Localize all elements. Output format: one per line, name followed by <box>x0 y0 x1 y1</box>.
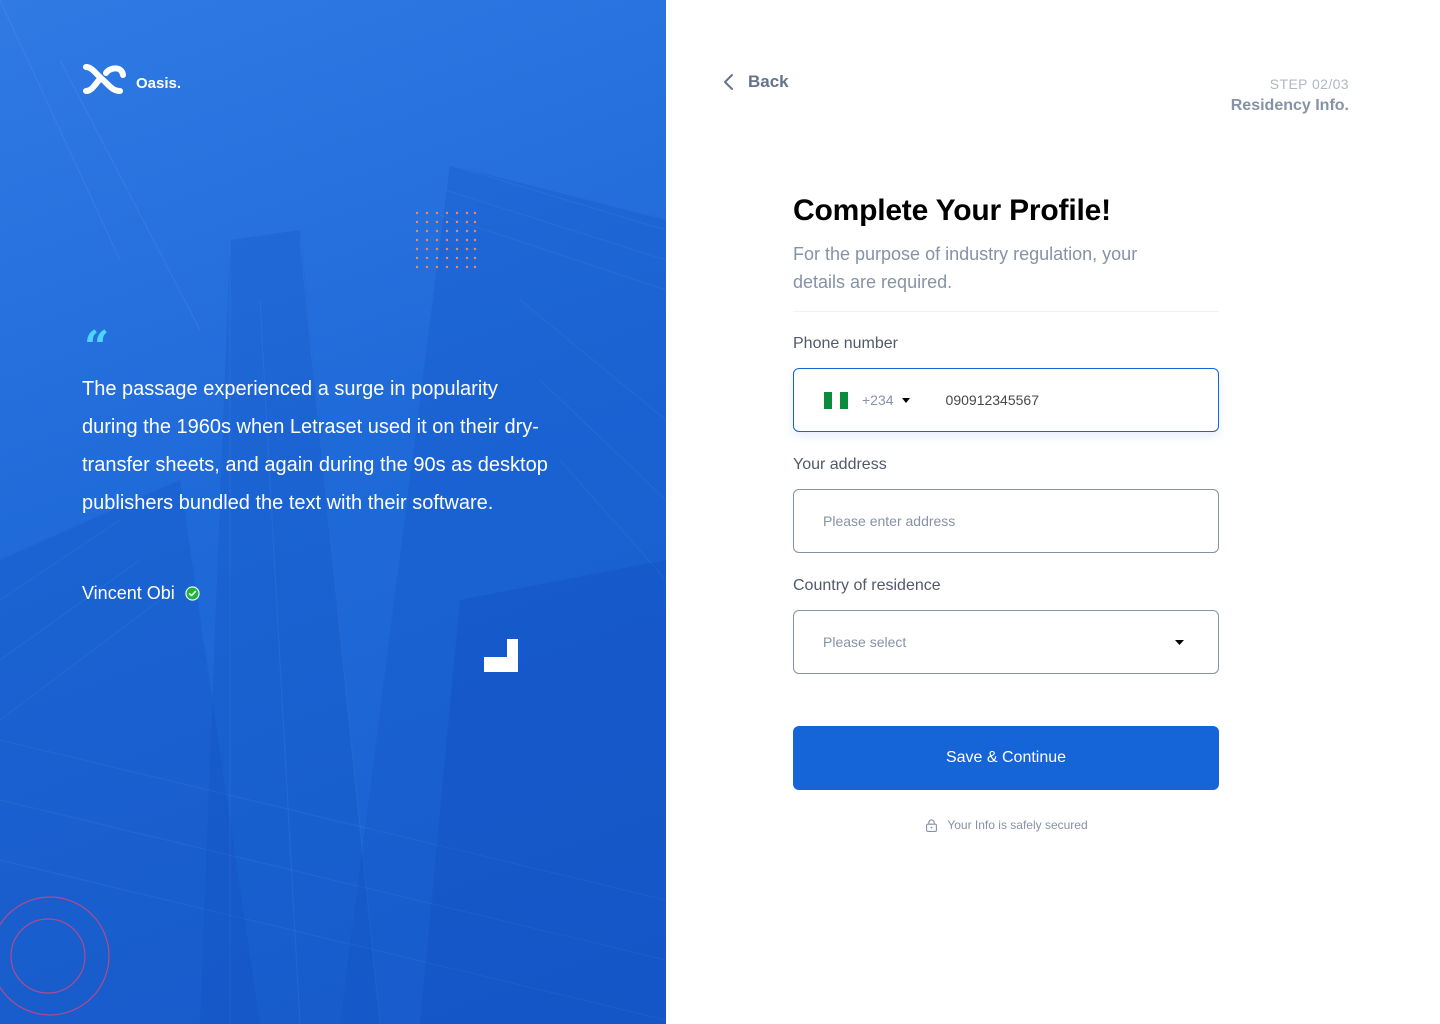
save-continue-button[interactable]: Save & Continue <box>793 726 1219 790</box>
brand-name: Oasis. <box>136 75 182 92</box>
step-title: Residency Info. <box>1230 97 1349 114</box>
security-note: Your Info is safely secured <box>793 818 1219 832</box>
phone-input[interactable] <box>945 392 1146 408</box>
circle-decoration <box>0 896 110 1016</box>
step-count: STEP 02/03 <box>1269 76 1349 92</box>
dial-code-select[interactable]: +234 <box>862 392 894 408</box>
oasis-logo-icon <box>83 64 126 94</box>
hero-panel: Oasis. “ The passage experienced a surge… <box>0 0 666 1024</box>
stair-decoration <box>484 639 518 672</box>
step-indicator: STEP 02/03 Residency Info. <box>1231 76 1349 115</box>
caret-down-icon[interactable] <box>901 397 910 403</box>
divider <box>793 311 1219 312</box>
profile-form: Complete Your Profile! For the purpose o… <box>793 190 1219 832</box>
testimonial-text: The passage experienced a surge in popul… <box>82 378 548 514</box>
country-select-value: Please select <box>823 634 907 650</box>
page-subtitle: For the purpose of industry regulation, … <box>793 244 1138 292</box>
security-text: Your Info is safely secured <box>947 818 1088 832</box>
phone-label: Phone number <box>793 335 898 352</box>
page-title: Complete Your Profile! <box>793 194 1111 227</box>
testimonial-author: Vincent Obi <box>82 583 200 604</box>
nigeria-flag <box>824 391 848 409</box>
lock-icon <box>926 818 938 832</box>
check-circle-icon <box>185 586 200 601</box>
address-label: Your address <box>793 456 887 473</box>
author-name: Vincent Obi <box>82 583 175 603</box>
back-button[interactable]: Back <box>722 72 789 92</box>
country-select[interactable]: Please select <box>793 610 1219 674</box>
address-input[interactable] <box>823 513 1183 529</box>
quote-icon: “ <box>84 326 110 356</box>
caret-down-icon <box>1175 639 1184 645</box>
phone-field[interactable]: +234 <box>793 368 1219 432</box>
country-label: Country of residence <box>793 577 941 594</box>
back-label: Back <box>748 72 789 91</box>
dot-grid-decoration <box>415 211 477 269</box>
chevron-left-icon <box>724 74 733 90</box>
brand[interactable]: Oasis. <box>82 64 181 94</box>
address-field[interactable] <box>793 489 1219 553</box>
